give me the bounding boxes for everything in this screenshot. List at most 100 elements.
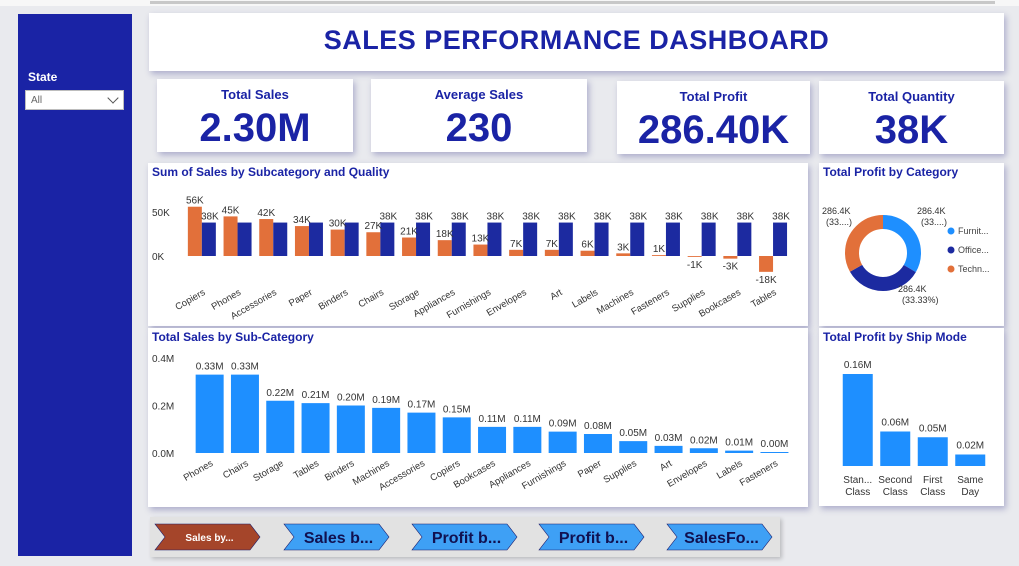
bar-total-sales xyxy=(760,452,789,453)
bar-total-sales xyxy=(407,412,436,453)
x-tick-label: Day xyxy=(961,487,979,498)
data-label: 6K xyxy=(581,240,594,251)
chevron-down-icon[interactable] xyxy=(107,92,119,104)
data-label: 3K xyxy=(617,242,630,253)
x-tick-label: Class xyxy=(845,487,870,498)
bar-sales-navy xyxy=(380,222,395,256)
x-tick-label: Chairs xyxy=(357,287,386,310)
kpi-card-total-profit: Total Profit 286.40K xyxy=(617,81,810,154)
x-tick-label: Tables xyxy=(292,458,321,481)
bar-sales-orange xyxy=(544,249,559,256)
chart-title: Total Profit by Category xyxy=(823,165,959,179)
y-tick-label: 0.4M xyxy=(152,354,174,365)
data-label: 38K xyxy=(487,212,505,223)
nav-button-3[interactable]: Profit b... xyxy=(411,523,518,551)
kpi-value: 286.40K xyxy=(637,108,790,152)
top-scrollbar[interactable] xyxy=(150,1,995,4)
chart-svg: 0.16MStan...Class0.06MSecondClass0.05MFi… xyxy=(842,360,986,498)
data-label: 0.11M xyxy=(479,414,506,425)
bar-sales-navy xyxy=(523,222,538,256)
data-label: 38K xyxy=(201,212,219,223)
x-tick-label: Supplies xyxy=(602,458,639,486)
bar-sales-orange xyxy=(509,249,524,256)
bar-sales-orange xyxy=(723,256,738,259)
data-label: 0.08M xyxy=(584,421,612,432)
bar-sales-navy xyxy=(201,222,216,256)
data-label: 7K xyxy=(510,239,523,250)
bar-profit-ship-mode xyxy=(917,437,948,466)
bar-sales-navy xyxy=(558,222,573,256)
data-label: -18K xyxy=(755,275,776,286)
legend-label: Office... xyxy=(958,245,989,255)
bar-sales-navy xyxy=(594,222,609,256)
slice-label: 286.4K xyxy=(822,206,851,216)
nav-button-2[interactable]: Sales b... xyxy=(283,523,390,551)
state-filter-label: State xyxy=(28,70,58,84)
nav-button-label: Sales b... xyxy=(304,530,373,547)
nav-button-5[interactable]: SalesFo... xyxy=(666,523,773,551)
bar-sales-navy xyxy=(737,222,752,256)
legend-marker xyxy=(947,265,955,273)
x-tick-label: Envelopes xyxy=(485,287,529,319)
data-label: 0.33M xyxy=(196,362,224,373)
bar-sales-navy xyxy=(237,222,252,256)
nav-button-label: SalesFo... xyxy=(684,530,759,547)
data-label: 13K xyxy=(472,234,490,245)
x-tick-label: Tables xyxy=(749,287,778,310)
data-label: 0.22M xyxy=(266,388,294,399)
legend-label: Furnit... xyxy=(958,226,989,236)
data-label: 0.00M xyxy=(761,439,789,450)
y-tick-label: 0.0M xyxy=(152,449,174,460)
bar-sales-orange xyxy=(687,256,702,257)
profit-by-ship-mode-chart: Total Profit by Ship Mode 0.16M Stan... Cl… xyxy=(819,328,1004,506)
bar-sales-orange xyxy=(759,256,774,272)
bar-sales-navy xyxy=(451,222,466,256)
bar-total-sales xyxy=(619,441,648,453)
legend-label: Techn... xyxy=(958,264,990,274)
x-tick-label: Art xyxy=(658,458,674,474)
x-tick-label: Fasteners xyxy=(629,287,671,318)
bar-total-sales xyxy=(230,374,259,453)
bar-sales-orange xyxy=(580,250,595,256)
data-label: 0.33M xyxy=(231,362,259,373)
x-tick-label: First xyxy=(923,475,943,486)
bar-sales-orange xyxy=(366,232,381,256)
data-label: 38K xyxy=(451,212,469,223)
bar-sales-navy xyxy=(773,222,788,256)
data-label: 0.16M xyxy=(844,360,872,371)
kpi-card-total-quantity: Total Quantity 38K xyxy=(819,81,1004,154)
bar-sales-navy xyxy=(344,222,359,256)
nav-button-1[interactable]: Sales by... xyxy=(154,523,261,551)
page-navigation: Sales by... Sales b... Profit b... Profit b… xyxy=(150,517,780,557)
bar-sales-orange xyxy=(259,219,274,256)
dashboard-title: SALES PERFORMANCE DASHBOARD xyxy=(323,25,830,55)
sales-by-subcategory-quality-chart: Sum of Sales by Subcategory and Quality … xyxy=(148,163,808,326)
data-label: 0.06M xyxy=(881,418,909,429)
nav-button-4[interactable]: Profit b... xyxy=(538,523,645,551)
data-label: 38K xyxy=(772,212,790,223)
x-tick-label: Binders xyxy=(317,287,351,313)
state-filter-dropdown[interactable]: All xyxy=(25,90,124,110)
kpi-label: Average Sales xyxy=(434,87,524,102)
x-tick-label: Class xyxy=(883,487,908,498)
page-navigation-buttons: Sales by... Sales b... Profit b... Profit b… xyxy=(154,523,773,551)
x-tick-label: Storage xyxy=(251,458,285,484)
bar-total-sales xyxy=(513,426,542,453)
bar-total-sales xyxy=(336,405,365,453)
slice-label: 286.4K xyxy=(917,206,946,216)
kpi-value: 230 xyxy=(445,106,513,150)
x-tick-label: Same xyxy=(957,475,984,486)
data-label: 0.09M xyxy=(549,419,577,430)
data-label: 30K xyxy=(329,219,347,230)
chart-svg: 0.4M 0.2M 0.0M 0.33M Phones 0.33M Chairs 0.22M S… xyxy=(152,354,789,493)
data-label: 38K xyxy=(522,212,540,223)
bar-total-sales xyxy=(548,431,577,453)
slice-label: (33....) xyxy=(921,217,947,227)
x-tick-label: Second xyxy=(878,475,912,486)
profit-by-category-chart: Total Profit by Category 286.4K (33....) 2… xyxy=(819,163,1004,326)
bar-sales-orange xyxy=(651,255,666,256)
bar-total-sales xyxy=(266,400,295,453)
data-label: 0.15M xyxy=(443,404,471,415)
bar-sales-navy xyxy=(273,222,288,256)
sidebar: State All xyxy=(18,14,132,556)
